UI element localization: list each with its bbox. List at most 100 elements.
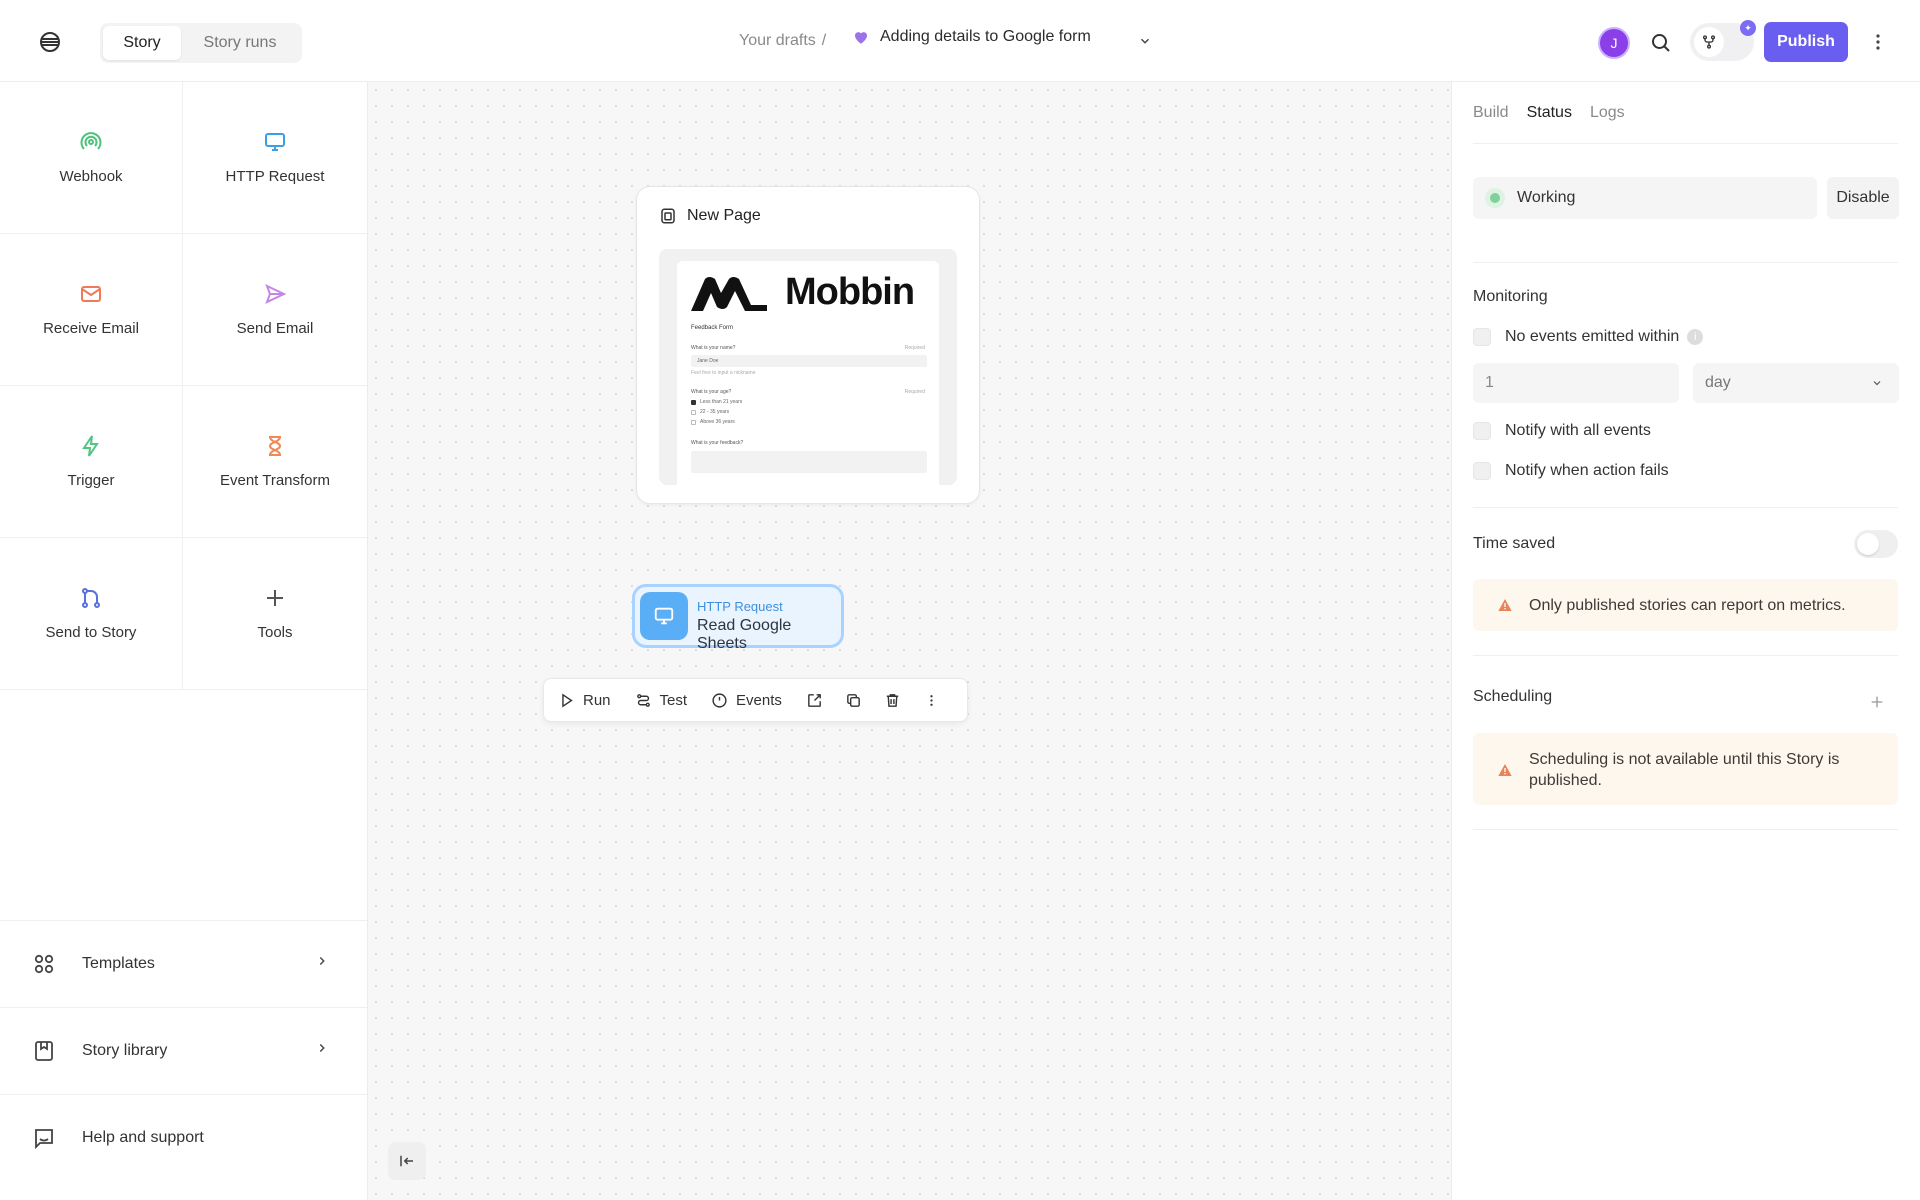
story-canvas[interactable]: New Page Mobbin Feedback Form What is yo… (368, 82, 1451, 1200)
time-saved-toggle[interactable] (1854, 530, 1898, 558)
breadcrumb-drafts-link[interactable]: Your drafts (739, 32, 816, 50)
notify-fail-checkbox[interactable] (1473, 462, 1491, 480)
info-icon[interactable]: i (1687, 329, 1704, 345)
play-icon (562, 693, 573, 707)
menu-logo-icon[interactable] (36, 28, 64, 56)
chevron-right-icon (319, 957, 325, 965)
mobbin-wordmark: Mobbin (785, 271, 915, 313)
monitoring-title: Monitoring (1473, 288, 1548, 305)
story-tabs: Story Story runs (100, 23, 302, 63)
add-schedule-button[interactable] (1857, 682, 1897, 722)
tab-status[interactable]: Status (1527, 104, 1572, 122)
tile-receive-email[interactable]: Receive Email (0, 234, 183, 386)
test-button[interactable]: Test (635, 691, 688, 709)
tab-story-runs[interactable]: Story runs (181, 26, 299, 60)
swap-icon (636, 693, 650, 707)
version-button[interactable]: ✦ (1690, 20, 1756, 61)
form-question: What is your name? (691, 345, 736, 351)
sidebar-item-templates[interactable]: Templates (0, 920, 367, 1007)
share-button[interactable] (806, 692, 823, 709)
scheduling-warning: Scheduling is not available until this S… (1473, 733, 1898, 805)
collapse-sidebar-button[interactable] (388, 1142, 426, 1180)
form-input: Jane Doe (691, 355, 927, 367)
mobbin-logo-icon (691, 277, 767, 311)
story-title-button[interactable]: Adding details to Google form (852, 28, 1091, 46)
node-more-button[interactable] (923, 692, 940, 709)
disable-button[interactable]: Disable (1827, 177, 1899, 219)
tab-logs[interactable]: Logs (1590, 104, 1625, 122)
bookmark-icon (35, 1041, 53, 1061)
http-node-icon (640, 592, 688, 640)
story-title: Adding details to Google form (880, 28, 1091, 45)
tile-label: Webhook (59, 168, 123, 185)
avatar[interactable]: J (1598, 27, 1630, 59)
notify-all-checkbox[interactable] (1473, 422, 1491, 440)
unit-select-value: day (1705, 374, 1731, 391)
tile-webhook[interactable]: Webhook (0, 82, 183, 234)
no-events-checkbox[interactable] (1473, 328, 1491, 346)
notify-fail-row: Notify when action fails (1473, 462, 1669, 480)
top-bar: Story Story runs Your drafts / Adding de… (0, 0, 1920, 82)
sidebar-bottom-nav: Templates Story library Help and support (0, 920, 367, 1181)
sidebar-item-label: Help and support (82, 1129, 204, 1146)
tab-story[interactable]: Story (103, 26, 181, 60)
sidebar-item-story-library[interactable]: Story library (0, 1007, 367, 1094)
form-option: Less than 21 years (691, 399, 742, 405)
tile-label: Send Email (236, 320, 314, 337)
checkbox (691, 409, 696, 415)
form-required: Required (904, 389, 925, 395)
tile-label: HTTP Request (225, 168, 325, 185)
panel-tabs: Build Status Logs (1473, 104, 1625, 122)
events-button[interactable]: Events (711, 692, 782, 709)
more-vertical-icon (930, 694, 933, 706)
form-option: Above 36 years (691, 419, 735, 425)
tab-build[interactable]: Build (1473, 104, 1509, 122)
send-icon (265, 284, 287, 304)
tile-trigger[interactable]: Trigger (0, 386, 183, 538)
hourglass-icon (268, 436, 282, 456)
publish-button[interactable]: Publish (1764, 22, 1848, 62)
no-events-row: No events emitted within i (1473, 328, 1704, 346)
page-node[interactable]: New Page Mobbin Feedback Form What is yo… (636, 186, 980, 504)
status-indicator: Working (1473, 177, 1817, 219)
form-textarea (691, 451, 927, 473)
bolt-icon (82, 435, 99, 457)
run-button[interactable]: Run (558, 692, 611, 709)
page-preview: Mobbin Feedback Form What is your name? … (659, 249, 957, 485)
tile-label: Trigger (67, 472, 115, 489)
share-icon (808, 693, 821, 707)
chevron-down-icon[interactable] (1138, 34, 1152, 48)
form-question: What is your age? (691, 389, 732, 395)
tile-send-to-story[interactable]: Send to Story (0, 538, 183, 690)
delete-button[interactable] (884, 692, 901, 709)
sidebar-item-help[interactable]: Help and support (0, 1094, 367, 1181)
right-panel: Build Status Logs Working Disable Monito… (1451, 82, 1920, 1200)
tile-label: Event Transform (219, 472, 331, 489)
page-node-title: New Page (687, 207, 761, 224)
monitor-icon (265, 133, 285, 151)
tile-send-email[interactable]: Send Email (183, 234, 367, 386)
chevron-down-icon (1873, 381, 1881, 386)
more-vertical-icon[interactable] (1868, 30, 1888, 54)
no-events-label: No events emitted within (1505, 328, 1680, 345)
warning-text: Scheduling is not available until this S… (1529, 751, 1840, 789)
tile-event-transform[interactable]: Event Transform (183, 386, 367, 538)
form-title: Feedback Form (691, 325, 734, 331)
search-icon[interactable] (1647, 29, 1675, 57)
duplicate-button[interactable] (845, 692, 862, 709)
git-fork-icon (1703, 35, 1715, 49)
page-node-header: New Page (659, 207, 761, 225)
node-name: Read Google Sheets (697, 617, 792, 652)
webhook-icon (80, 132, 102, 150)
copy-icon (847, 693, 860, 707)
tile-tools[interactable]: Tools (183, 538, 367, 690)
grid-circles-icon (34, 954, 54, 974)
monitoring-amount-input[interactable] (1473, 363, 1679, 403)
http-request-node[interactable]: HTTP Request Read Google Sheets (632, 584, 844, 652)
form-option: 22 - 35 years (691, 409, 729, 415)
test-label: Test (659, 691, 688, 709)
tile-label: Receive Email (43, 320, 139, 337)
monitoring-unit-select[interactable]: day (1693, 363, 1899, 403)
tile-http-request[interactable]: HTTP Request (183, 82, 367, 234)
node-toolbar: Run Test Events (543, 678, 968, 722)
